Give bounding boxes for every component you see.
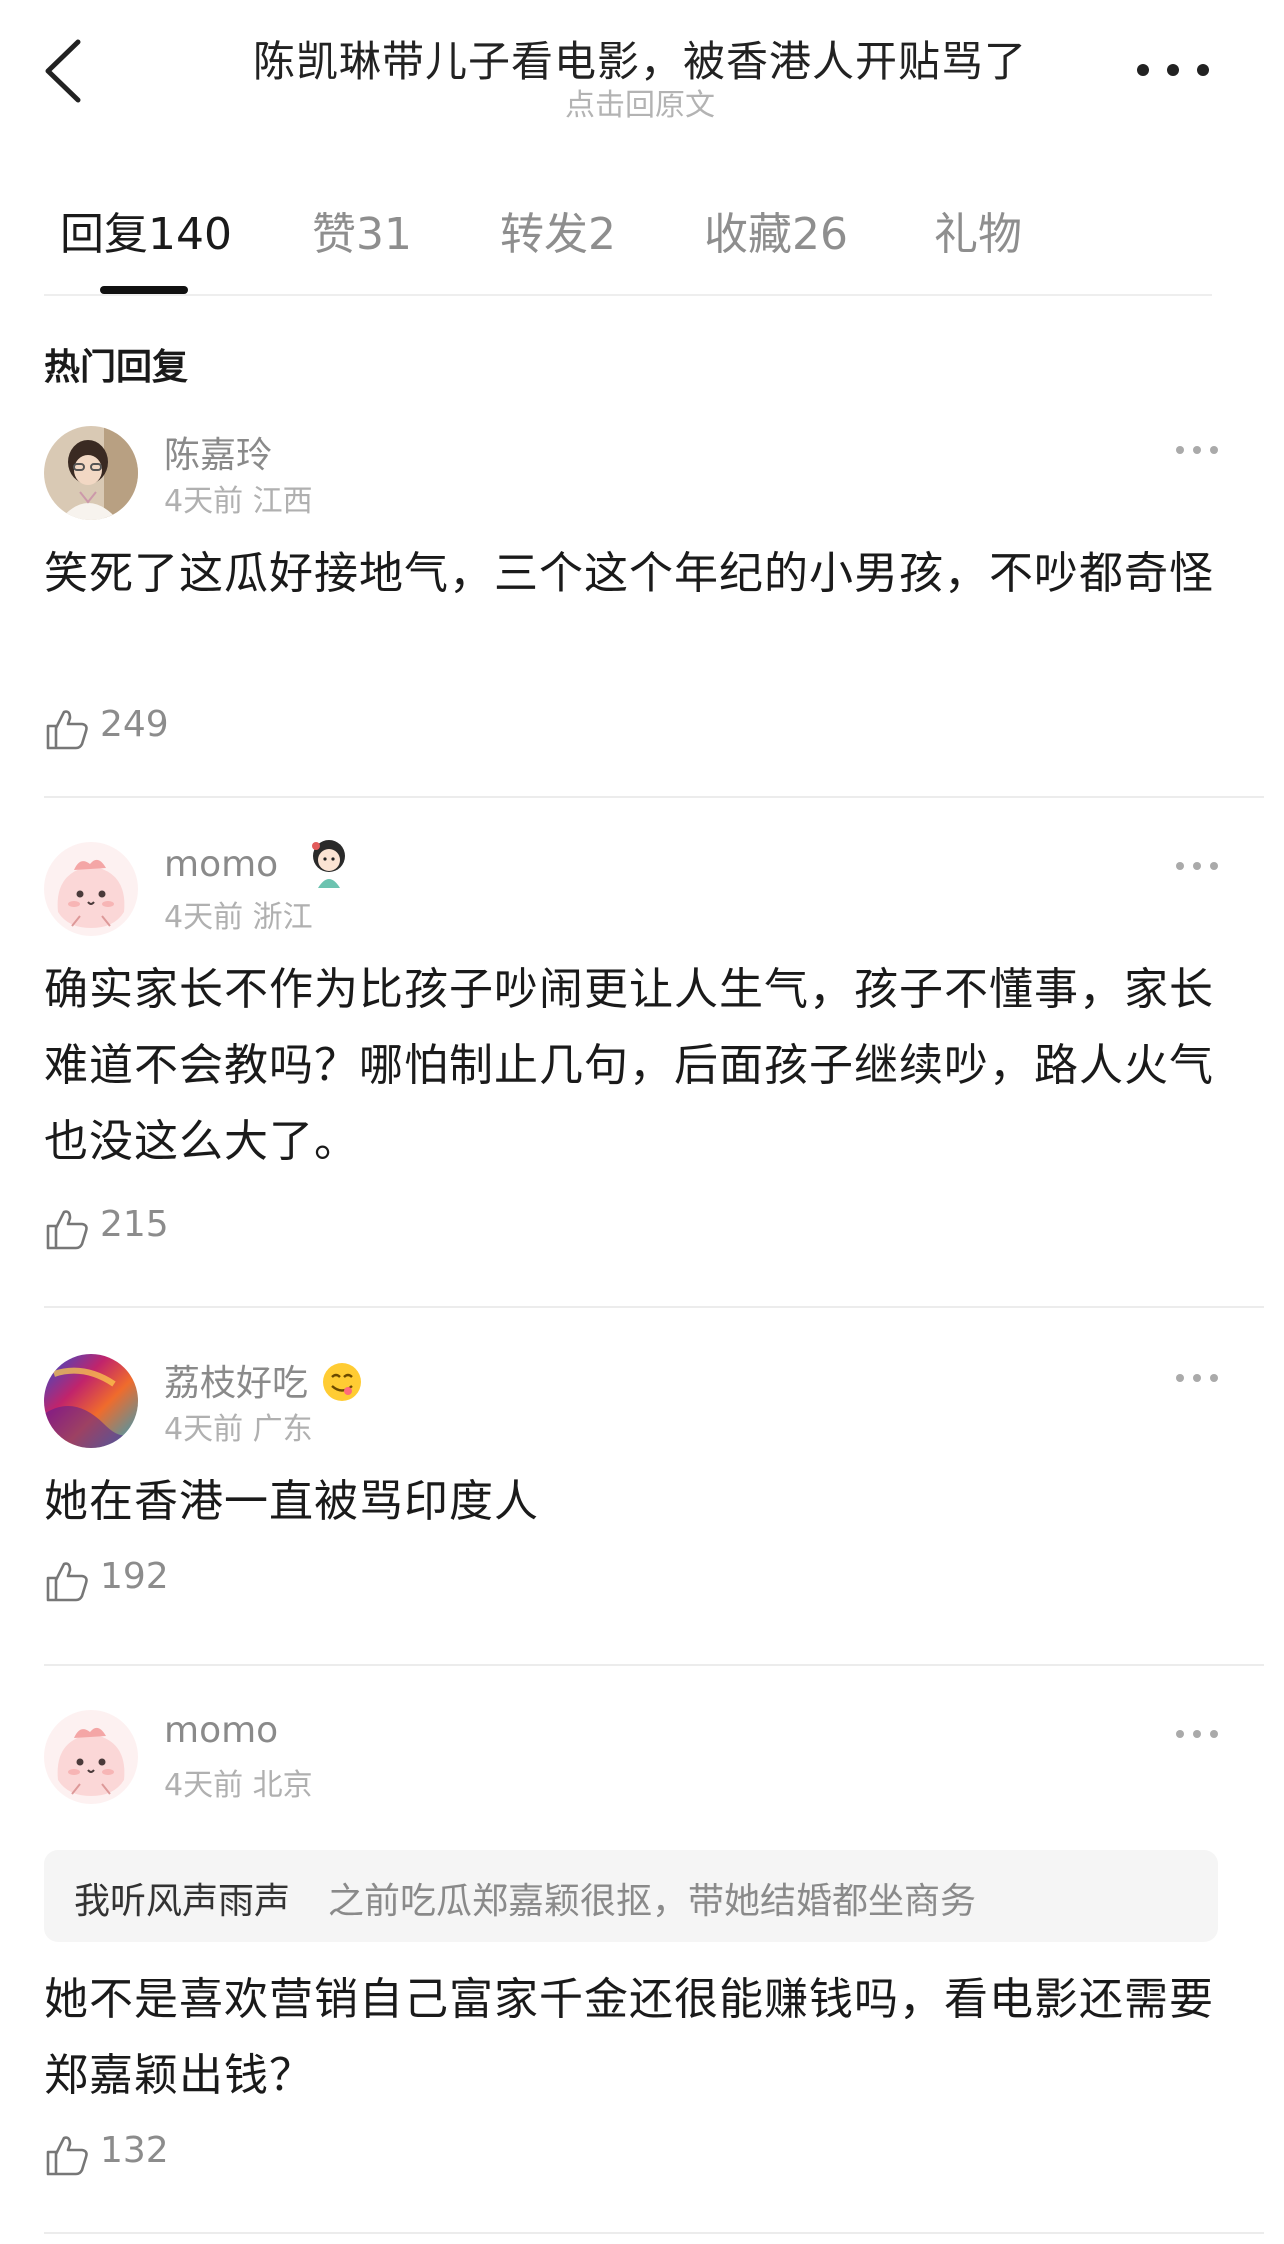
avatar[interactable] bbox=[44, 842, 138, 936]
top-bar: 陈凯琳带儿子看电影，被香港人开贴骂了 点击回原文 bbox=[0, 0, 1284, 140]
tab-replies[interactable]: 回复140 bbox=[60, 198, 232, 262]
comment-meta: 4天前 北京 bbox=[164, 1768, 313, 1803]
like-count: 132 bbox=[100, 2130, 169, 2171]
comment-more-icon[interactable] bbox=[1172, 1368, 1222, 1388]
like-count: 249 bbox=[100, 704, 169, 745]
quoted-reply[interactable]: 我听风声雨声 之前吃瓜郑嘉颖很抠，带她结婚都坐商务 bbox=[44, 1850, 1218, 1942]
comment-divider bbox=[44, 796, 1264, 798]
back-to-original-link[interactable]: 点击回原文 bbox=[150, 80, 1130, 124]
avatar[interactable] bbox=[44, 1354, 138, 1448]
comment-divider bbox=[44, 1664, 1264, 1666]
comment-meta: 4天前 浙江 bbox=[164, 900, 313, 935]
comment-meta: 4天前 广东 bbox=[164, 1412, 313, 1447]
comment-text: 确实家长不作为比孩子吵闹更让人生气，孩子不懂事，家长难道不会教吗？哪怕制止几句，… bbox=[44, 964, 1214, 1167]
username[interactable]: momo bbox=[164, 1710, 278, 1751]
avatar-pink-blob-icon bbox=[44, 1710, 138, 1804]
avatar[interactable] bbox=[44, 426, 138, 520]
avatar-colorful-icon bbox=[44, 1354, 138, 1448]
back-arrow-icon[interactable] bbox=[40, 36, 90, 106]
tab-gifts[interactable]: 礼物 bbox=[934, 198, 1022, 262]
comment-text: 笑死了这瓜好接地气，三个这个年纪的小男孩，不吵都奇怪 bbox=[44, 548, 1214, 599]
comment-divider bbox=[44, 1306, 1264, 1308]
hot-replies-heading: 热门回复 bbox=[44, 347, 189, 388]
comment-more-icon[interactable] bbox=[1172, 856, 1222, 876]
tab-favorites[interactable]: 收藏26 bbox=[704, 198, 848, 262]
username-text: momo bbox=[164, 844, 279, 885]
user-badge-girl-icon bbox=[311, 840, 345, 888]
avatar-girl-icon bbox=[44, 426, 138, 520]
thumbs-up-icon bbox=[46, 1210, 88, 1250]
thumbs-up-icon bbox=[46, 2136, 88, 2176]
tab-likes[interactable]: 赞31 bbox=[312, 198, 412, 262]
yum-emoji-icon bbox=[323, 1363, 362, 1401]
username[interactable]: momo bbox=[164, 840, 354, 890]
tabs-divider bbox=[44, 294, 1212, 296]
username[interactable]: 荔枝好吃 bbox=[164, 1354, 363, 1406]
like-count: 192 bbox=[100, 1556, 169, 1597]
comment-text: 她不是喜欢营销自己富家千金还很能赚钱吗，看电影还需要郑嘉颖出钱？ bbox=[44, 1974, 1214, 2101]
comment-more-icon[interactable] bbox=[1172, 1724, 1222, 1744]
more-options-icon[interactable] bbox=[1128, 50, 1218, 90]
avatar-pink-blob-icon bbox=[44, 842, 138, 936]
avatar[interactable] bbox=[44, 1710, 138, 1804]
thumbs-up-icon bbox=[46, 710, 88, 750]
active-tab-indicator bbox=[100, 286, 188, 294]
like-count: 215 bbox=[100, 1204, 169, 1245]
comment-divider bbox=[44, 2232, 1264, 2234]
comment-more-icon[interactable] bbox=[1172, 440, 1222, 460]
username-text: 荔枝好吃 bbox=[164, 1363, 309, 1404]
quoted-text: 之前吃瓜郑嘉颖很抠，带她结婚都坐商务 bbox=[328, 1881, 977, 1922]
comment-text: 她在香港一直被骂印度人 bbox=[44, 1476, 539, 1527]
username[interactable]: 陈嘉玲 bbox=[164, 426, 272, 478]
thumbs-up-icon bbox=[46, 1562, 88, 1602]
tab-bar: 回复140 赞31 转发2 收藏26 礼物 bbox=[44, 198, 1244, 298]
tab-reposts[interactable]: 转发2 bbox=[500, 198, 616, 262]
quoted-author: 我听风声雨声 bbox=[74, 1881, 291, 1922]
comment-meta: 4天前 江西 bbox=[164, 484, 313, 519]
